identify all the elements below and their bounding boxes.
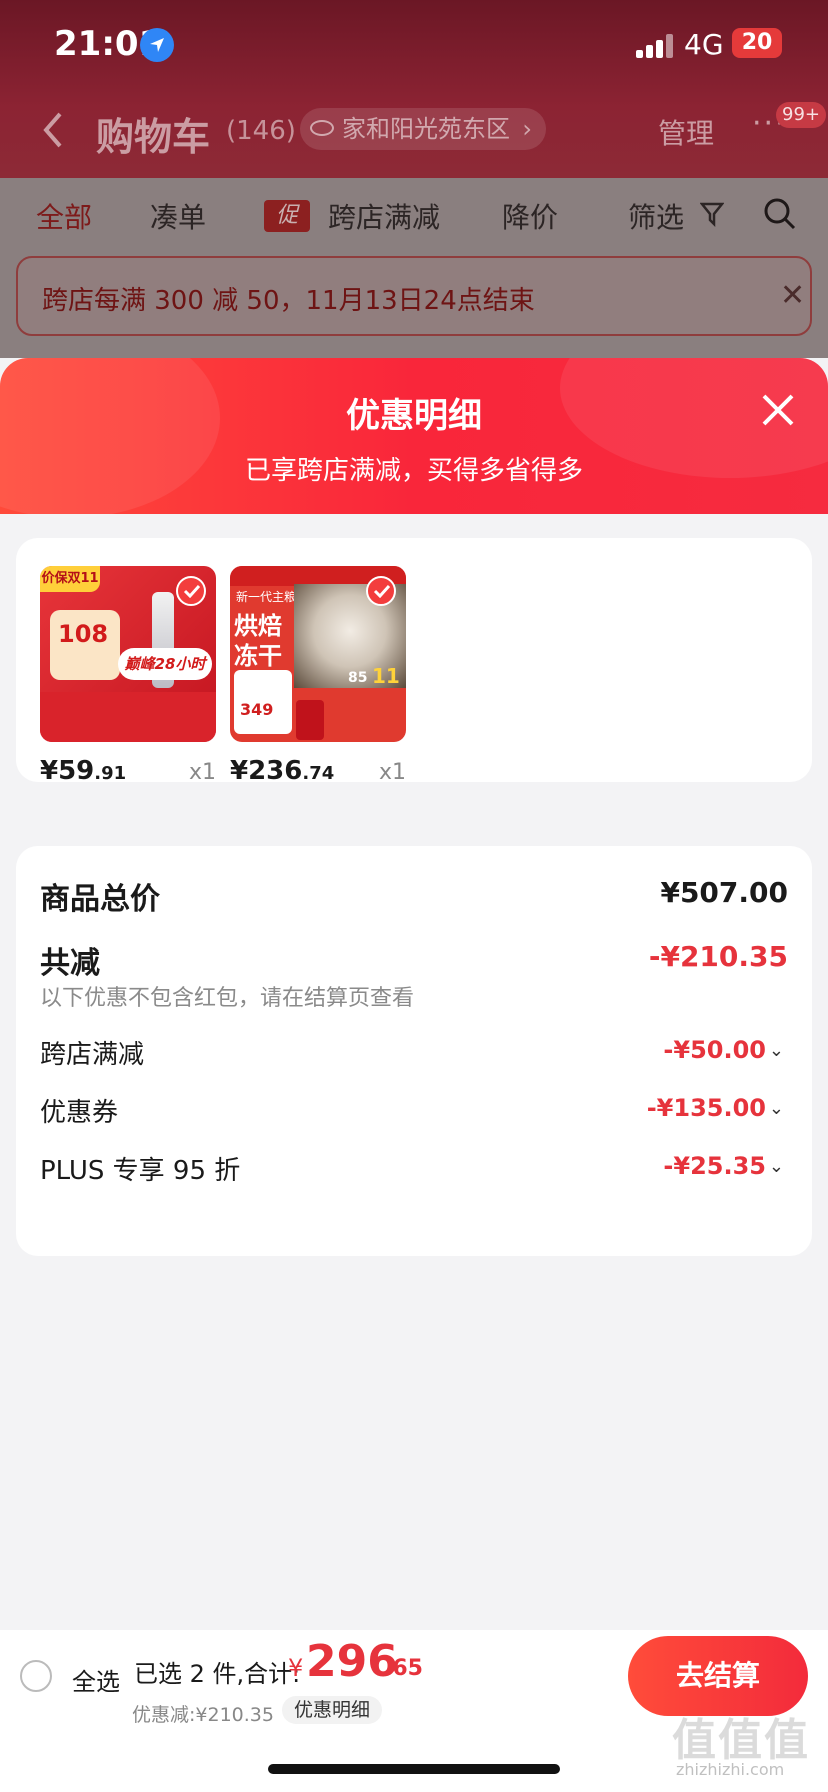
sheet-subtitle: 已享跨店满减，买得多省得多 (244, 456, 583, 486)
price-summary-card: 商品总价 ¥507.00 共减 -¥210.35 以下优惠不包含红包，请在结算页… (16, 846, 812, 1256)
eye-icon (310, 120, 334, 136)
sheet-header: 优惠明细 已享跨店满减，买得多省得多 (0, 358, 828, 518)
price-integer: ¥236 (230, 756, 303, 786)
select-all-label[interactable]: 全选 (72, 1662, 120, 1697)
network-type: 4G (684, 28, 724, 61)
product-quantity: x1 (188, 760, 216, 785)
sheet-title: 优惠明细 (346, 396, 482, 436)
select-all-radio[interactable] (20, 1660, 52, 1692)
promo-tag: 促 (264, 200, 310, 232)
page-title: 购物车 (96, 115, 211, 159)
promo-banner-text: 跨店每满 300 减 50，11月13日24点结束 (42, 286, 535, 316)
discount-item-label: PLUS 专享 95 折 (40, 1156, 241, 1186)
signal-icon (636, 34, 676, 58)
discount-item-label: 优惠券 (40, 1098, 119, 1128)
price-decimal: .74 (302, 763, 335, 784)
product-tag: 新一代主粮 (236, 590, 297, 604)
price-decimal: .91 (94, 763, 127, 784)
watermark-logo: 值值值 (672, 1715, 810, 1766)
watermark-url: zhizhizhi.com (676, 1760, 785, 1779)
tab-filter[interactable]: 筛选 (628, 196, 684, 236)
selected-count-text: 已选 2 件,合计: (134, 1660, 301, 1688)
selected-products-card: 价保双11 108 巅峰28小时 ¥59.91 x1 新一代主粮 烘焙 冻干 3… (16, 538, 812, 786)
search-icon[interactable] (762, 196, 798, 236)
tab-cross-store[interactable]: 跨店满减 (328, 196, 440, 236)
tab-coudan[interactable]: 凑单 (150, 196, 206, 236)
product-item[interactable]: 价保双11 108 巅峰28小时 ¥59.91 x1 (40, 566, 216, 786)
product-price: ¥236.74 (230, 756, 334, 786)
filter-tabs: 全部 凑单 促 跨店满减 降价 筛选 (0, 196, 828, 236)
cart-nav-bar: 购物车 (146) 家和阳光苑东区 › 管理 ··· 99+ (0, 96, 828, 168)
location-arrow-icon (140, 28, 174, 62)
product-quantity: x1 (378, 760, 406, 785)
checkout-bar: 全选 已选 2 件,合计: ¥ 296 .65 优惠减:¥210.35 优惠明细… (0, 1630, 828, 1792)
battery-level: 20 (741, 30, 773, 55)
address-selector[interactable]: 家和阳光苑东区 › (300, 108, 546, 150)
chevron-right-icon: › (522, 115, 532, 143)
total-currency: ¥ (288, 1654, 304, 1682)
discount-item-label: 跨店满减 (40, 1040, 145, 1070)
tab-all[interactable]: 全部 (36, 196, 92, 236)
goods-total-value: ¥507.00 (660, 876, 788, 909)
discount-item-value[interactable]: -¥25.35 (663, 1152, 766, 1180)
chevron-down-icon[interactable]: ⌄ (769, 1040, 784, 1061)
discount-detail-sheet: 优惠明细 已享跨店满减，买得多省得多 价保双11 108 巅峰28小时 ¥59.… (0, 358, 828, 1792)
product-image[interactable]: 新一代主粮 烘焙 冻干 349 85 11 (230, 566, 406, 742)
discount-detail-button[interactable]: 优惠明细 (282, 1696, 383, 1724)
close-icon[interactable]: ✕ (780, 278, 805, 313)
discount-total-value: -¥210.35 (648, 940, 788, 973)
home-indicator[interactable] (268, 1764, 560, 1774)
filter-icon[interactable] (699, 200, 725, 232)
manage-button[interactable]: 管理 (658, 112, 714, 152)
total-decimal: .65 (384, 1656, 423, 1681)
promo-banner: 跨店每满 300 减 50，11月13日24点结束 ✕ (16, 256, 812, 336)
goods-total-label: 商品总价 (40, 882, 160, 917)
battery-icon: 20 (732, 28, 782, 58)
chevron-down-icon[interactable]: ⌄ (769, 1156, 784, 1177)
saved-amount: 优惠减:¥210.35 (132, 1704, 274, 1726)
back-icon[interactable] (38, 110, 68, 150)
product-item[interactable]: 新一代主粮 烘焙 冻干 349 85 11 ¥236.74 x1 (230, 566, 406, 786)
discount-item-value[interactable]: -¥50.00 (663, 1036, 766, 1064)
product-price: ¥59.91 (40, 756, 126, 786)
product-slogan: 巅峰28小时 (118, 648, 212, 680)
notification-badge: 99+ (776, 102, 826, 128)
price-integer: ¥59 (40, 756, 95, 786)
product-badge-a: 85 (348, 670, 368, 686)
product-badge-b: 11 (372, 664, 400, 688)
discount-total-label: 共减 (40, 946, 100, 981)
chevron-down-icon[interactable]: ⌄ (769, 1098, 784, 1119)
tab-price-drop[interactable]: 降价 (502, 196, 558, 236)
product-tag: 价保双11 (40, 566, 100, 592)
product-slogan-2: 冻干 (234, 642, 282, 670)
discount-note: 以下优惠不包含红包，请在结算页查看 (40, 986, 415, 1011)
status-bar: 21:01 4G 20 (0, 0, 828, 90)
product-promo-price: 108 (58, 620, 109, 648)
cart-count: (146) (226, 116, 296, 146)
address-text: 家和阳光苑东区 (342, 115, 510, 143)
product-image[interactable]: 价保双11 108 巅峰28小时 (40, 566, 216, 742)
checked-icon[interactable] (366, 576, 396, 606)
close-icon[interactable] (756, 388, 800, 432)
checked-icon[interactable] (176, 576, 206, 606)
discount-item-value[interactable]: -¥135.00 (647, 1094, 766, 1122)
product-promo-price: 349 (240, 700, 274, 719)
